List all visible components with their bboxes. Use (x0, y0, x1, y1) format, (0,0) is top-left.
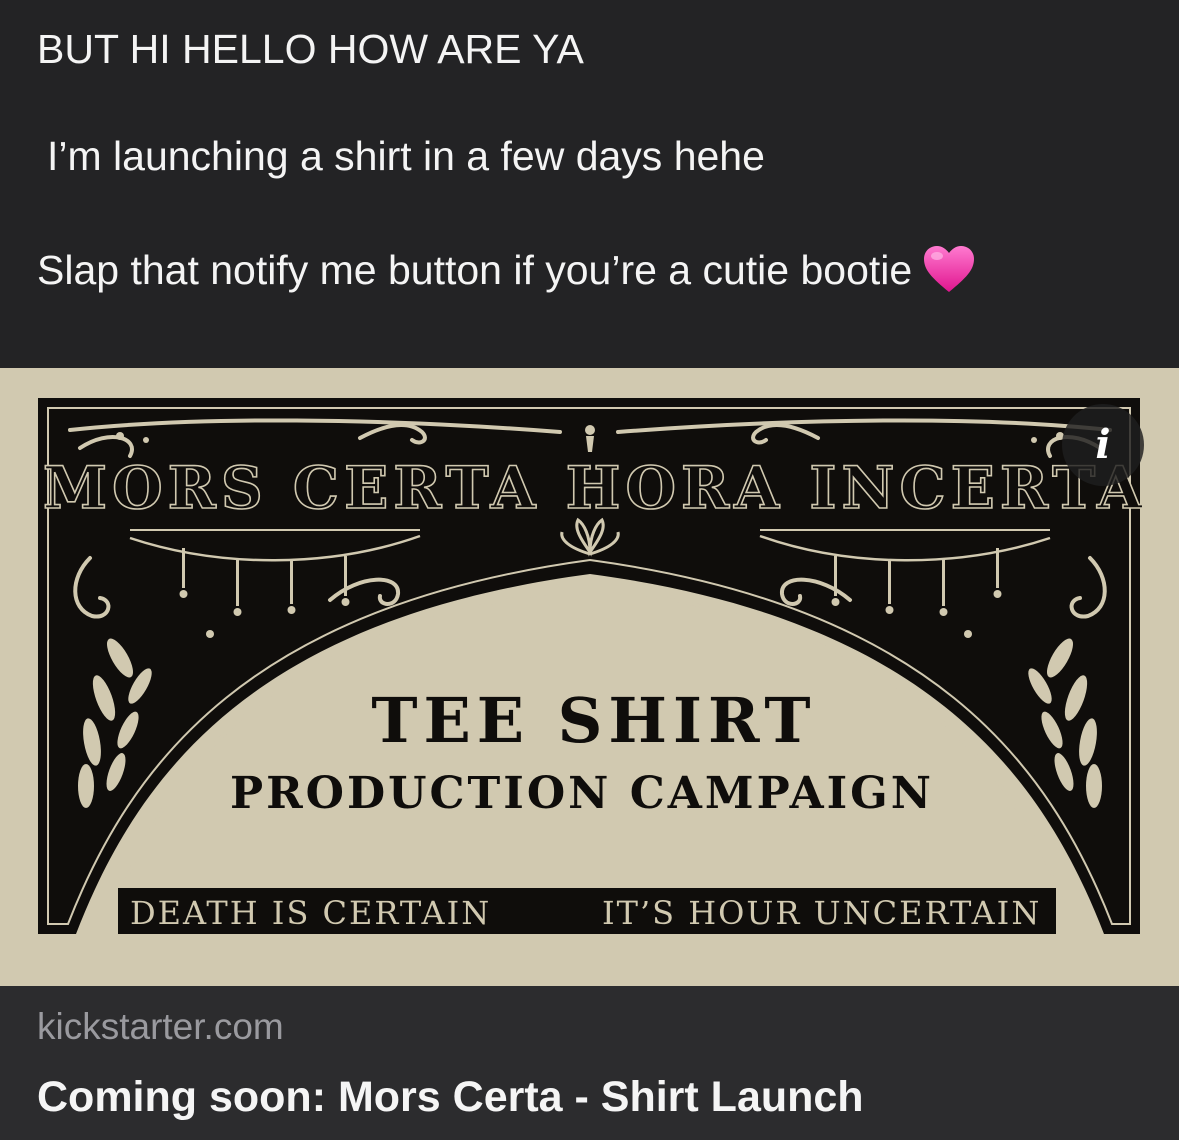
message-line-3-text: Slap that notify me button if you’re a c… (37, 247, 913, 293)
link-preview-image[interactable]: MORS CERTA HORA INCERTA TEE SHIRT PRODUC… (0, 368, 1179, 986)
message-line-1: BUT HI HELLO HOW ARE YA (37, 26, 584, 72)
info-button[interactable]: i (1062, 404, 1144, 486)
message-line-3: Slap that notify me button if you’re a c… (37, 244, 976, 301)
banner-footer-left: DEATH IS CERTAIN (130, 894, 491, 932)
banner-headline: TEE SHIRT (371, 684, 816, 757)
banner-title: MORS CERTA HORA INCERTA (43, 454, 1147, 522)
link-domain: kickstarter.com (37, 1006, 284, 1047)
mors-certa-banner: MORS CERTA HORA INCERTA TEE SHIRT PRODUC… (38, 398, 1147, 934)
info-icon: i (1095, 421, 1111, 468)
message-bubble: BUT HI HELLO HOW ARE YA I’m launching a … (0, 0, 1179, 368)
link-title: Coming soon: Mors Certa - Shirt Launch (37, 1073, 864, 1121)
heart-icon (922, 244, 976, 301)
banner-footer-right: IT’S HOUR UNCERTAIN (602, 894, 1041, 932)
message-line-2: I’m launching a shirt in a few days hehe (47, 133, 765, 179)
link-preview-footer[interactable]: kickstarter.com Coming soon: Mors Certa … (0, 986, 1179, 1140)
banner-subheadline: PRODUCTION CAMPAIGN (230, 768, 934, 819)
